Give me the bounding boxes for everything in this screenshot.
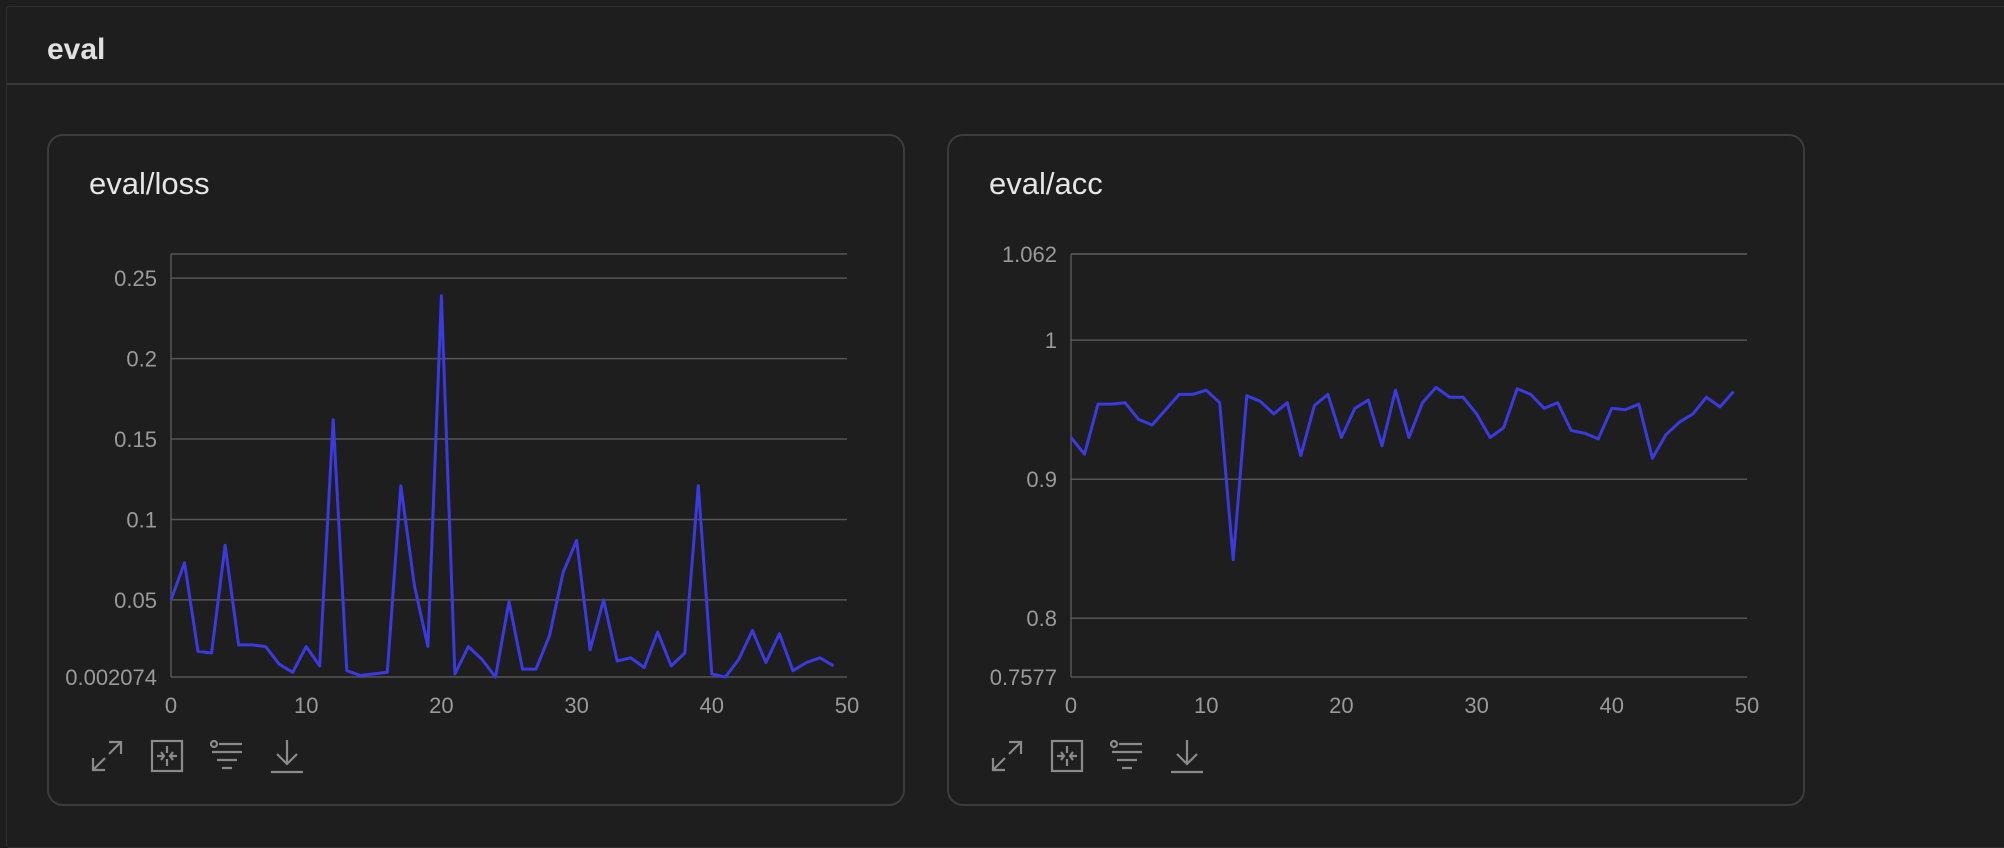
- y-tick-label: 0.05: [114, 588, 157, 613]
- y-tick-label: 0.002074: [65, 665, 157, 690]
- y-tick-label: 1.062: [1002, 242, 1057, 267]
- y-tick-label: 0.2: [126, 347, 157, 372]
- filter-icon[interactable]: [207, 736, 247, 776]
- section-title: eval: [47, 33, 106, 66]
- y-tick-label: 0.9: [1026, 467, 1057, 492]
- series-line: [1069, 385, 1735, 562]
- acc-chart-panel: eval/acc 0.7577 0.8 0.9 1 1.062 0 10 20 30 40 50: [947, 134, 1805, 806]
- x-tick-label: 40: [1600, 693, 1624, 718]
- filter-icon[interactable]: [1107, 736, 1147, 776]
- download-icon[interactable]: [1167, 736, 1207, 776]
- series-line: [169, 294, 835, 679]
- download-icon[interactable]: [267, 736, 307, 776]
- fit-icon[interactable]: [1047, 736, 1087, 776]
- x-tick-label: 50: [835, 693, 859, 718]
- y-tick-label: 0.15: [114, 427, 157, 452]
- x-tick-label: 50: [1735, 693, 1759, 718]
- x-tick-label: 40: [700, 693, 724, 718]
- y-tick-label: 0.7577: [990, 665, 1057, 690]
- section-header[interactable]: eval: [7, 7, 2004, 85]
- x-tick-label: 0: [1065, 693, 1077, 718]
- x-tick-label: 10: [1194, 693, 1218, 718]
- y-tick-label: 0.8: [1026, 606, 1057, 631]
- x-tick-label: 20: [1329, 693, 1353, 718]
- loss-chart[interactable]: 0.002074 0.05 0.1 0.15 0.2 0.25 0 10 20 30 40 50: [49, 136, 907, 736]
- fit-icon[interactable]: [147, 736, 187, 776]
- x-tick-label: 10: [294, 693, 318, 718]
- acc-chart[interactable]: 0.7577 0.8 0.9 1 1.062 0 10 20 30 40 50: [949, 136, 1807, 736]
- expand-icon[interactable]: [987, 736, 1027, 776]
- x-tick-label: 30: [564, 693, 588, 718]
- y-tick-label: 0.25: [114, 266, 157, 291]
- eval-section: eval eval/loss 0.002074 0.05 0.1 0.15 0.2 0.2…: [6, 6, 2004, 848]
- y-tick-label: 1: [1045, 328, 1057, 353]
- x-tick-label: 0: [165, 693, 177, 718]
- expand-icon[interactable]: [87, 736, 127, 776]
- y-tick-label: 0.1: [126, 507, 157, 532]
- x-tick-label: 20: [429, 693, 453, 718]
- x-tick-label: 30: [1464, 693, 1488, 718]
- loss-chart-panel: eval/loss 0.002074 0.05 0.1 0.15 0.2 0.25 0 10 2…: [47, 134, 905, 806]
